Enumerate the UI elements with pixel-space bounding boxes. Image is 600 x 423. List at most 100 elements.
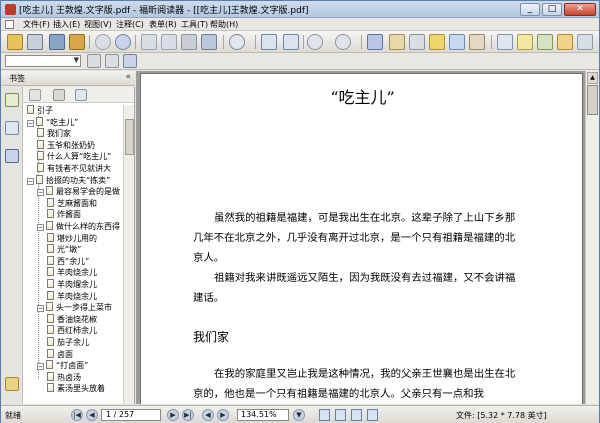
minimize-button[interactable]: _ xyxy=(520,3,540,16)
expand-bookmark-icon[interactable] xyxy=(29,89,41,101)
menu-annotate[interactable]: 注释(C) xyxy=(116,19,144,30)
bookmark-item[interactable]: − 最容易学会的是做 xyxy=(37,186,120,197)
bookmark-item[interactable]: 西“余儿” xyxy=(47,255,89,266)
bookmarks-tab-icon[interactable] xyxy=(5,93,19,107)
menu-help[interactable]: 帮助(H) xyxy=(210,19,238,30)
menu-view[interactable]: 视图(V) xyxy=(84,19,112,30)
bookmark-item[interactable]: 素汤里头放着 xyxy=(47,383,105,393)
fit-page-icon[interactable] xyxy=(261,34,277,50)
next-page-button[interactable]: ▶ xyxy=(167,409,179,421)
menu-tools[interactable]: 工具(T) xyxy=(181,19,208,30)
note-icon[interactable] xyxy=(517,34,533,50)
typewriter-icon[interactable] xyxy=(469,34,485,50)
first-page-button[interactable]: |◀ xyxy=(71,409,83,421)
bookmark-item[interactable]: 光“墩” xyxy=(47,244,81,254)
highlight-icon[interactable] xyxy=(429,34,445,50)
text-box-icon[interactable] xyxy=(537,34,553,50)
zoom-level-field[interactable]: 134.51% xyxy=(237,409,289,421)
bookmark-item[interactable]: 西红柿余儿 xyxy=(47,325,97,335)
print-icon[interactable] xyxy=(49,34,65,50)
menu-file[interactable]: 文件(F) xyxy=(23,19,50,30)
bookmark-item[interactable]: − 头一步得上菜市 xyxy=(37,302,112,313)
bookmark-item[interactable]: 我们家 xyxy=(37,128,71,138)
back-view-button[interactable]: ◀ xyxy=(202,409,214,421)
comment-icon[interactable] xyxy=(557,34,573,50)
expand-toggle-icon[interactable]: − xyxy=(27,119,34,127)
bookmark-item[interactable]: − 拾掇的功夫“拣卖” xyxy=(27,174,110,185)
zoom-menu-button[interactable]: ▼ xyxy=(293,409,305,421)
document-icon[interactable] xyxy=(5,20,14,29)
collapse-panel-icon[interactable]: « xyxy=(125,72,131,82)
expand-toggle-icon[interactable]: − xyxy=(37,305,44,313)
expand-toggle-icon[interactable]: − xyxy=(37,189,44,197)
close-button[interactable]: ✕ xyxy=(564,3,596,16)
bookmark-item[interactable]: 什么人算“吃主儿” xyxy=(37,151,111,161)
bookmark-item[interactable]: 芝麻酱面和 xyxy=(47,197,97,208)
zoom-icon[interactable] xyxy=(229,34,245,50)
expand-toggle-icon[interactable]: − xyxy=(37,224,44,231)
snapshot-icon[interactable] xyxy=(449,34,465,50)
email-icon[interactable] xyxy=(69,34,85,50)
tool-select-dropdown[interactable]: ▼ xyxy=(5,55,81,67)
pdf-page[interactable]: “吃主儿” 虽然我的祖籍是福建，可是我出生在北京。这辈子除了上山下乡那几年不在北… xyxy=(140,73,583,404)
bookmark-item[interactable]: 香油烧花椒 xyxy=(47,313,97,324)
bookmark-item[interactable]: − “吃主儿” xyxy=(27,116,78,127)
continuous-view-icon[interactable] xyxy=(335,409,346,421)
bookmark-item[interactable]: 茄子余儿 xyxy=(47,337,89,347)
refresh-icon[interactable] xyxy=(201,34,217,50)
bookmark-item[interactable]: − 做什么样的东西得 xyxy=(37,221,120,231)
bookmarks-scrollbar[interactable] xyxy=(123,105,134,404)
single-page-view-icon[interactable] xyxy=(319,409,330,421)
save-icon[interactable] xyxy=(27,34,43,50)
hand-tool-icon[interactable] xyxy=(367,34,383,50)
bookmark-item[interactable]: 有钱者不见就讲大 xyxy=(37,163,111,173)
form-icon[interactable] xyxy=(497,34,513,50)
previous-page-button[interactable]: ◀ xyxy=(86,409,98,421)
document-view[interactable]: “吃主儿” 虽然我的祖籍是福建，可是我出生在北京。这辈子除了上山下乡那几年不在北… xyxy=(136,71,599,404)
delete-bookmark-icon[interactable] xyxy=(53,89,65,101)
first-page-icon[interactable] xyxy=(95,34,111,50)
bookmark-item[interactable]: 玉爷和张奶奶 xyxy=(37,139,95,150)
select-tool-icon[interactable] xyxy=(409,34,425,50)
attachments-tab-icon[interactable] xyxy=(5,377,19,391)
document-scroll-thumb[interactable] xyxy=(587,85,598,115)
menu-form[interactable]: 表单(R) xyxy=(149,19,177,30)
zoom-in-icon[interactable] xyxy=(335,34,351,50)
forward-icon[interactable] xyxy=(161,34,177,50)
zoom-out-icon[interactable] xyxy=(307,34,323,50)
bookmark-item[interactable]: 羊肉烧余儿 xyxy=(47,290,97,301)
bookmark-item[interactable]: 热卤汤 xyxy=(47,371,81,382)
last-page-button[interactable]: ▶| xyxy=(182,409,194,421)
back-icon[interactable] xyxy=(141,34,157,50)
bookmark-item[interactable]: 羊肉熘余儿 xyxy=(47,279,97,289)
more-tools-icon[interactable] xyxy=(577,34,593,50)
facing-view-icon[interactable] xyxy=(351,409,362,421)
continuous-facing-view-icon[interactable] xyxy=(367,409,378,421)
expand-toggle-icon[interactable]: − xyxy=(37,363,44,371)
bookmarks-scroll-thumb[interactable] xyxy=(125,119,134,155)
previous-page-icon[interactable] xyxy=(115,34,131,50)
document-scrollbar[interactable]: ▲ xyxy=(585,71,599,404)
maximize-button[interactable]: □ xyxy=(542,3,562,16)
find-options-icon[interactable] xyxy=(123,54,137,68)
page-number-field[interactable]: 1 / 257 xyxy=(101,409,161,421)
forward-view-button[interactable]: ▶ xyxy=(217,409,229,421)
scroll-up-icon[interactable]: ▲ xyxy=(587,72,598,84)
find-next-icon[interactable] xyxy=(105,54,119,68)
search-icon[interactable] xyxy=(87,54,101,68)
bookmark-item[interactable]: 炸酱面 xyxy=(47,209,81,219)
layers-tab-icon[interactable] xyxy=(5,149,19,163)
fit-width-icon[interactable] xyxy=(283,34,299,50)
rotate-icon[interactable] xyxy=(181,34,197,50)
bookmark-options-icon[interactable] xyxy=(75,89,87,101)
menu-insert[interactable]: 插入(E) xyxy=(53,19,80,30)
bookmark-item[interactable]: 卤面 xyxy=(47,348,73,359)
pages-tab-icon[interactable] xyxy=(5,121,19,135)
bookmark-item[interactable]: − “打卤面” xyxy=(37,360,88,371)
expand-toggle-icon[interactable]: − xyxy=(27,177,34,185)
select-text-icon[interactable] xyxy=(389,34,405,50)
bookmark-item[interactable]: 堪炒儿用的 xyxy=(47,232,97,243)
bookmark-item[interactable]: 引子 xyxy=(27,105,53,115)
bookmark-item[interactable]: 羊肉烧余儿 xyxy=(47,267,97,277)
open-folder-icon[interactable] xyxy=(7,34,23,50)
